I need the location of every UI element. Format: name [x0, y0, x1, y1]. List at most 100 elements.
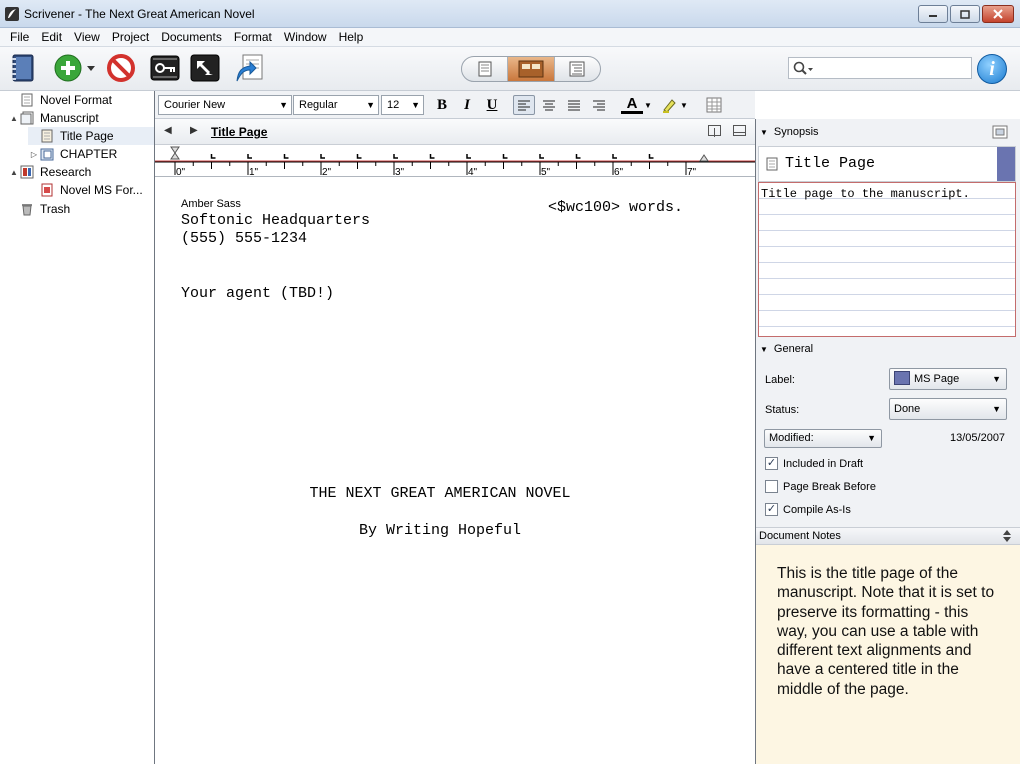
- label-select[interactable]: MS Page ▼: [889, 368, 1007, 390]
- tab-stop-marker[interactable]: [356, 154, 362, 159]
- menu-documents[interactable]: Documents: [155, 28, 228, 47]
- author-address[interactable]: Softonic Headquarters: [181, 212, 370, 229]
- include-in-draft-checkbox[interactable]: ✓ Included in Draft: [765, 457, 863, 470]
- font-style-value: Regular: [299, 99, 338, 111]
- compile-button[interactable]: [234, 53, 264, 83]
- text-color-button[interactable]: A: [621, 95, 643, 114]
- binder-item-research[interactable]: ▲ Research: [8, 163, 91, 181]
- view-outliner-button[interactable]: [555, 57, 600, 81]
- collapse-triangle-icon[interactable]: ▲: [8, 114, 20, 123]
- split-vertical-icon[interactable]: [708, 125, 721, 137]
- general-header[interactable]: ▼ General: [756, 338, 1020, 360]
- tab-stop-marker[interactable]: [247, 154, 252, 159]
- tab-stop-marker[interactable]: [575, 154, 581, 159]
- align-left-button[interactable]: [513, 95, 535, 115]
- document-title[interactable]: Title Page: [211, 125, 267, 139]
- page-break-before-checkbox[interactable]: Page Break Before: [765, 480, 876, 493]
- view-corkboard-button[interactable]: [508, 57, 555, 81]
- binder-item-label: Novel Format: [40, 93, 113, 107]
- tab-stop-marker[interactable]: [539, 154, 544, 159]
- author-phone[interactable]: (555) 555-1234: [181, 230, 307, 247]
- chevron-down-icon: ▼: [366, 100, 375, 110]
- menu-file[interactable]: File: [4, 28, 35, 47]
- sort-arrows-icon[interactable]: [1003, 530, 1011, 542]
- font-family-select[interactable]: Courier New ▼: [158, 95, 292, 115]
- tab-stop-marker[interactable]: [466, 154, 471, 159]
- menu-edit[interactable]: Edit: [35, 28, 68, 47]
- tab-stop-marker[interactable]: [502, 154, 508, 159]
- date-type-value: Modified:: [769, 432, 814, 444]
- menu-format[interactable]: Format: [228, 28, 278, 47]
- forward-arrow-icon[interactable]: ▶: [190, 125, 198, 136]
- document-notes-text[interactable]: This is the title page of the manuscript…: [756, 545, 1020, 764]
- ruler[interactable]: 0" 1" 2" 3" 4" 5" 6" 7": [155, 145, 755, 178]
- collapse-triangle-icon[interactable]: ▲: [8, 168, 20, 177]
- inspector-toggle-button[interactable]: i: [977, 54, 1007, 84]
- binder-item-trash[interactable]: Trash: [8, 200, 70, 218]
- add-document-button[interactable]: [53, 53, 83, 83]
- text-color-menu-button[interactable]: ▼: [642, 95, 654, 115]
- menu-help[interactable]: Help: [333, 28, 370, 47]
- search-box: [788, 57, 972, 79]
- word-count-placeholder[interactable]: <$wc100> words.: [548, 199, 683, 216]
- align-right-button[interactable]: [588, 95, 610, 115]
- synopsis-image-toggle[interactable]: [992, 125, 1008, 142]
- trash-icon: [22, 204, 32, 216]
- align-center-button[interactable]: [538, 95, 560, 115]
- editor-page[interactable]: Amber Sass <$wc100> words. Softonic Head…: [155, 177, 755, 764]
- tab-stop-marker[interactable]: [429, 154, 435, 159]
- tab-stop-marker[interactable]: [393, 154, 398, 159]
- split-horizontal-icon[interactable]: [733, 125, 746, 136]
- minimize-icon: [929, 15, 937, 17]
- menu-window[interactable]: Window: [278, 28, 333, 47]
- binder-item-novel-ms-format[interactable]: Novel MS For...: [28, 181, 143, 199]
- compile-as-is-checkbox[interactable]: ✓ Compile As-Is: [765, 503, 851, 516]
- binder-item-title-page[interactable]: Title Page: [28, 127, 154, 145]
- byline[interactable]: By Writing Hopeful: [155, 522, 725, 539]
- synopsis-text-area[interactable]: Title page to the manuscript.: [758, 182, 1016, 337]
- highlight-menu-button[interactable]: ▼: [678, 95, 690, 115]
- close-button[interactable]: [982, 5, 1014, 23]
- binder-item-manuscript[interactable]: ▲ Manuscript: [8, 109, 99, 127]
- tab-stop-marker[interactable]: [283, 154, 289, 159]
- move-to-trash-button[interactable]: [106, 53, 136, 83]
- author-name[interactable]: Amber Sass: [181, 198, 241, 210]
- add-document-menu-button[interactable]: [84, 53, 98, 83]
- minimize-button[interactable]: [918, 5, 948, 23]
- include-in-draft-label: Included in Draft: [783, 457, 864, 470]
- expand-triangle-icon[interactable]: ▷: [28, 150, 40, 159]
- maximize-button[interactable]: [950, 5, 980, 23]
- underline-button[interactable]: U: [481, 95, 503, 115]
- date-type-select[interactable]: Modified: ▼: [764, 429, 882, 448]
- italic-button[interactable]: I: [456, 95, 478, 115]
- tab-stop-marker[interactable]: [210, 154, 216, 159]
- tab-stop-marker[interactable]: [320, 154, 325, 159]
- view-scrivenings-button[interactable]: [462, 57, 509, 81]
- fullscreen-icon: [190, 54, 220, 82]
- bold-button[interactable]: B: [431, 95, 453, 115]
- search-input[interactable]: [817, 60, 967, 76]
- synopsis-header[interactable]: ▼ Synopsis: [756, 121, 1020, 143]
- agent-line[interactable]: Your agent (TBD!): [181, 285, 334, 302]
- status-select[interactable]: Done ▼: [889, 398, 1007, 420]
- menu-project[interactable]: Project: [106, 28, 155, 47]
- align-justify-button[interactable]: [563, 95, 585, 115]
- key-icon: [150, 55, 180, 81]
- ruler-label: 0": [176, 167, 186, 177]
- document-notes-header[interactable]: Document Notes: [756, 527, 1020, 545]
- binder-toggle-button[interactable]: [8, 53, 38, 83]
- menu-view[interactable]: View: [68, 28, 106, 47]
- tab-stop-marker[interactable]: [648, 154, 654, 159]
- full-screen-button[interactable]: [190, 53, 220, 83]
- tab-stop-marker[interactable]: [612, 154, 617, 159]
- back-arrow-icon[interactable]: ◀: [164, 125, 172, 136]
- binder-item-novel-format[interactable]: Novel Format: [8, 91, 112, 109]
- font-size-select[interactable]: 12 ▼: [381, 95, 424, 115]
- font-style-select[interactable]: Regular ▼: [293, 95, 379, 115]
- book-title[interactable]: THE NEXT GREAT AMERICAN NOVEL: [155, 485, 725, 502]
- synopsis-title-field[interactable]: Title Page: [758, 146, 1016, 182]
- keywords-button[interactable]: [150, 53, 180, 83]
- highlight-button[interactable]: [658, 95, 680, 115]
- binder-item-chapter[interactable]: ▷ CHAPTER: [28, 145, 117, 163]
- table-button[interactable]: [703, 95, 725, 115]
